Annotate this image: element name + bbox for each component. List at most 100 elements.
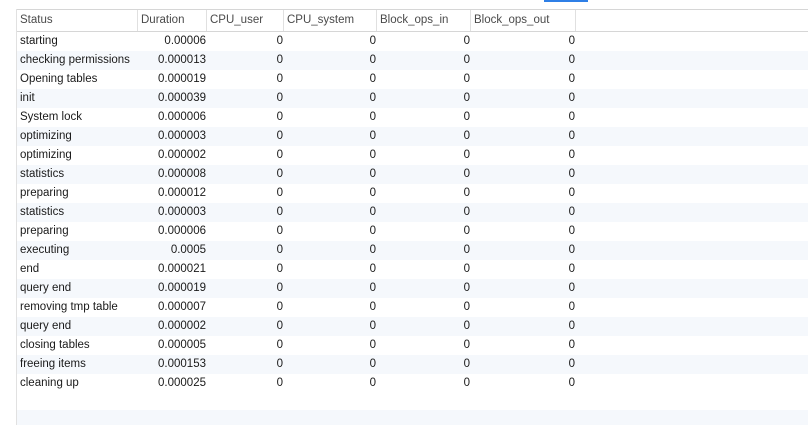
cell-block-ops-out: 0	[568, 187, 575, 199]
cell-duration: 0.000006	[158, 111, 206, 123]
column-header-block-ops-out[interactable]: Block_ops_out	[471, 10, 576, 31]
cell-status: starting	[20, 35, 58, 47]
cell-cpu-system: 0	[369, 149, 376, 161]
cell-cpu-user: 0	[276, 320, 283, 332]
cell-cpu-user: 0	[276, 301, 283, 313]
cell-duration: 0.000003	[158, 130, 206, 142]
row-spacer	[576, 317, 808, 336]
cell-duration: 0.000019	[158, 73, 206, 85]
row-spacer	[576, 165, 808, 184]
row-spacer	[576, 222, 808, 241]
column-header-duration[interactable]: Duration	[138, 10, 207, 31]
cell-block-ops-in: 0	[463, 339, 470, 351]
cell-block-ops-out: 0	[568, 263, 575, 275]
table-row[interactable]: end 0.000021 0 0 0 0	[17, 260, 808, 279]
cell-status: checking permissions	[20, 54, 130, 66]
cell-block-ops-in: 0	[463, 377, 470, 389]
table-row[interactable]: removing tmp table 0.000007 0 0 0 0	[17, 298, 808, 317]
active-tab-indicator[interactable]	[544, 0, 588, 2]
table-row[interactable]: checking permissions 0.000013 0 0 0 0	[17, 51, 808, 70]
cell-cpu-system: 0	[369, 358, 376, 370]
column-header-status[interactable]: Status	[17, 10, 138, 31]
table-row[interactable]: starting 0.00006 0 0 0 0	[17, 32, 808, 51]
row-spacer	[576, 51, 808, 70]
cell-cpu-user: 0	[276, 35, 283, 47]
cell-block-ops-in: 0	[463, 244, 470, 256]
table-row[interactable]: query end 0.000002 0 0 0 0	[17, 317, 808, 336]
table-row[interactable]: preparing 0.000012 0 0 0 0	[17, 184, 808, 203]
cell-block-ops-in: 0	[463, 206, 470, 218]
table-row[interactable]: closing tables 0.000005 0 0 0 0	[17, 336, 808, 355]
table-row[interactable]: optimizing 0.000003 0 0 0 0	[17, 127, 808, 146]
cell-block-ops-in: 0	[463, 35, 470, 47]
table-row[interactable]: executing 0.0005 0 0 0 0	[17, 241, 808, 260]
row-spacer	[576, 374, 808, 393]
cell-status: preparing	[20, 187, 69, 199]
cell-block-ops-in: 0	[463, 187, 470, 199]
cell-duration: 0.000019	[158, 282, 206, 294]
cell-duration: 0.000153	[158, 358, 206, 370]
table-row[interactable]: System lock 0.000006 0 0 0 0	[17, 108, 808, 127]
table-row[interactable]: query end 0.000019 0 0 0 0	[17, 279, 808, 298]
cell-block-ops-in: 0	[463, 111, 470, 123]
cell-status: preparing	[20, 225, 69, 237]
cell-cpu-user: 0	[276, 111, 283, 123]
cell-duration: 0.000002	[158, 149, 206, 161]
cell-cpu-user: 0	[276, 225, 283, 237]
cell-cpu-system: 0	[369, 73, 376, 85]
row-spacer	[576, 146, 808, 165]
row-spacer	[576, 355, 808, 374]
table-row[interactable]: freeing items 0.000153 0 0 0 0	[17, 355, 808, 374]
column-header-cpu-system[interactable]: CPU_system	[284, 10, 377, 31]
cell-cpu-user: 0	[276, 168, 283, 180]
cell-duration: 0.000039	[158, 92, 206, 104]
row-spacer	[576, 184, 808, 203]
cell-block-ops-out: 0	[568, 206, 575, 218]
table-row[interactable]: init 0.000039 0 0 0 0	[17, 89, 808, 108]
cell-cpu-system: 0	[369, 282, 376, 294]
grid-header: Status Duration CPU_user CPU_system Bloc…	[17, 9, 808, 32]
row-spacer	[576, 260, 808, 279]
table-row[interactable]: optimizing 0.000002 0 0 0 0	[17, 146, 808, 165]
cell-status: query end	[20, 282, 72, 294]
cell-cpu-system: 0	[369, 206, 376, 218]
cell-cpu-user: 0	[276, 73, 283, 85]
table-row[interactable]: cleaning up 0.000025 0 0 0 0	[17, 374, 808, 393]
cell-block-ops-in: 0	[463, 92, 470, 104]
table-row[interactable]: statistics 0.000008 0 0 0 0	[17, 165, 808, 184]
cell-block-ops-out: 0	[568, 377, 575, 389]
cell-block-ops-in: 0	[463, 225, 470, 237]
cell-cpu-user: 0	[276, 92, 283, 104]
cell-block-ops-in: 0	[463, 130, 470, 142]
table-row[interactable]: preparing 0.000006 0 0 0 0	[17, 222, 808, 241]
cell-block-ops-out: 0	[568, 35, 575, 47]
table-row[interactable]: statistics 0.000003 0 0 0 0	[17, 203, 808, 222]
cell-cpu-user: 0	[276, 187, 283, 199]
cell-block-ops-in: 0	[463, 168, 470, 180]
cell-duration: 0.000002	[158, 320, 206, 332]
column-header-cpu-user[interactable]: CPU_user	[207, 10, 284, 31]
cell-cpu-system: 0	[369, 92, 376, 104]
cell-cpu-system: 0	[369, 111, 376, 123]
column-header-block-ops-in[interactable]: Block_ops_in	[377, 10, 471, 31]
cell-status: statistics	[20, 206, 65, 218]
cell-cpu-system: 0	[369, 54, 376, 66]
cell-block-ops-in: 0	[463, 282, 470, 294]
cell-block-ops-out: 0	[568, 149, 575, 161]
row-spacer	[576, 298, 808, 317]
cell-block-ops-in: 0	[463, 320, 470, 332]
row-spacer	[576, 336, 808, 355]
cell-duration: 0.000025	[158, 377, 206, 389]
cell-status: removing tmp table	[20, 301, 118, 313]
table-row[interactable]: Opening tables 0.000019 0 0 0 0	[17, 70, 808, 89]
cell-block-ops-out: 0	[568, 168, 575, 180]
row-gutter	[0, 9, 17, 425]
cell-cpu-user: 0	[276, 377, 283, 389]
cell-status: optimizing	[20, 130, 72, 142]
cell-cpu-system: 0	[369, 377, 376, 389]
row-spacer	[576, 32, 808, 51]
row-spacer	[576, 108, 808, 127]
cell-cpu-user: 0	[276, 263, 283, 275]
cell-cpu-system: 0	[369, 187, 376, 199]
cell-status: executing	[20, 244, 70, 256]
